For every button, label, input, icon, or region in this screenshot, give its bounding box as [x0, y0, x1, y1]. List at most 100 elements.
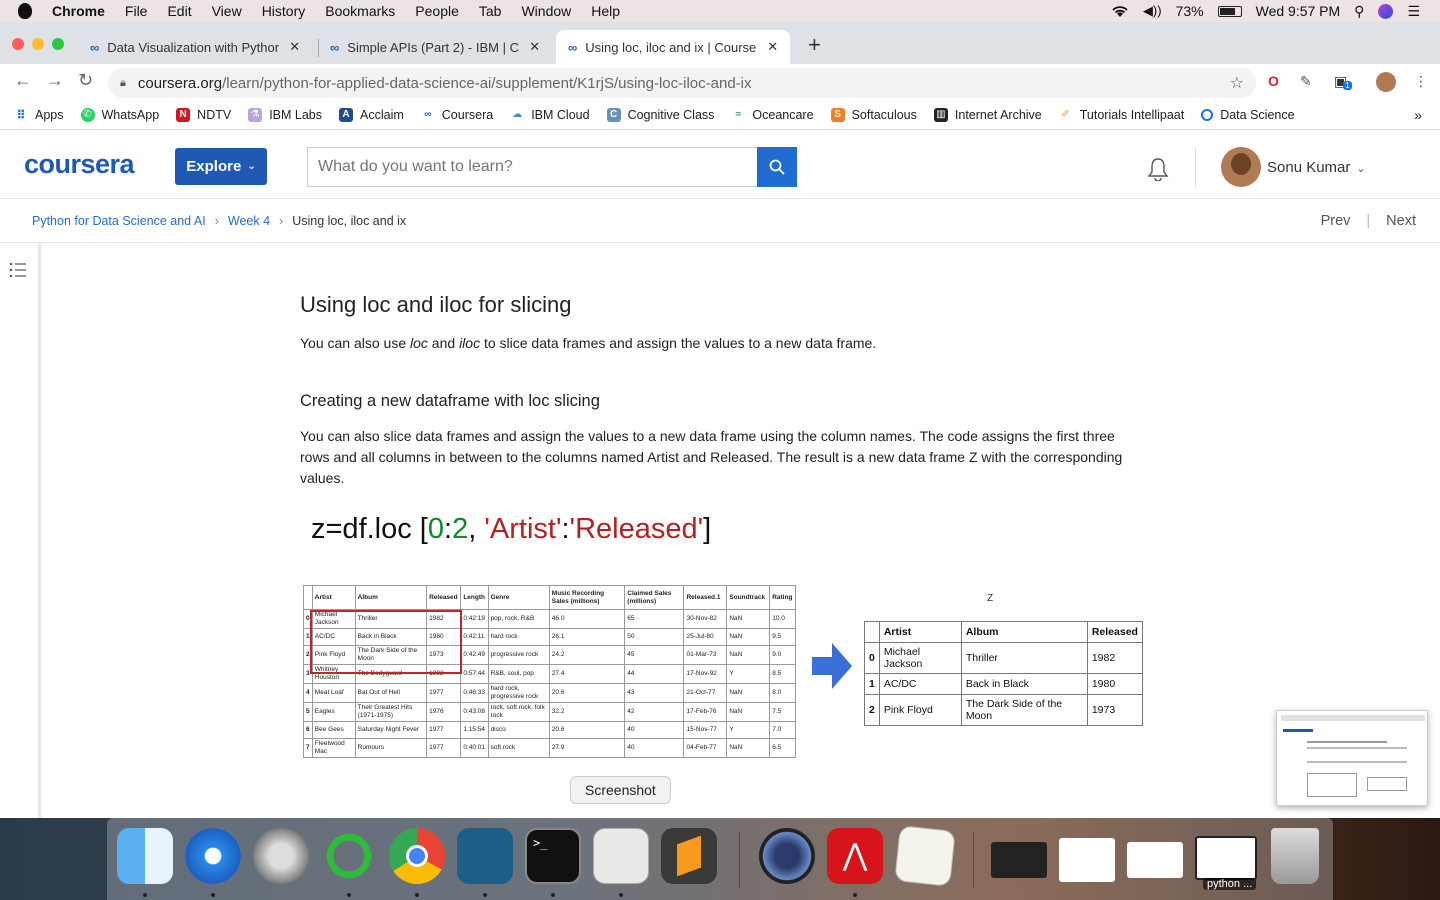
wifi-icon[interactable] — [1111, 5, 1129, 18]
bookmark-internet-archive[interactable]: ▥ Internet Archive — [933, 107, 1042, 122]
table-cell: Y — [726, 721, 771, 739]
screenshot-app-icon[interactable] — [593, 828, 649, 884]
menu-window[interactable]: Window — [521, 3, 571, 19]
tab-data-visualization[interactable]: ∞ Data Visualization with Python ✕ — [78, 30, 312, 64]
chrome-icon[interactable] — [389, 828, 445, 884]
menu-file[interactable]: File — [125, 3, 148, 19]
battery-icon[interactable] — [1217, 5, 1242, 17]
notification-center-icon[interactable]: ☰ — [1407, 3, 1420, 20]
bookmark-ibm-labs[interactable]: ⚗ IBM Labs — [248, 107, 322, 122]
activity-ring-app-icon[interactable] — [321, 828, 377, 884]
tab-using-loc-iloc[interactable]: ∞ Using loc, iloc and ix | Coursera ✕ — [556, 30, 791, 64]
thumbnail-table — [1307, 773, 1357, 797]
menu-help[interactable]: Help — [591, 3, 620, 19]
textedit-icon[interactable] — [894, 825, 956, 887]
menu-history[interactable]: History — [262, 3, 306, 19]
bookmark-coursera[interactable]: ∞ Coursera — [421, 108, 493, 122]
apple-icon[interactable] — [18, 3, 32, 19]
bookmark-ibm-cloud[interactable]: ☁ IBM Cloud — [510, 108, 589, 122]
table-cell: 20.6 — [548, 721, 626, 739]
close-tab-icon[interactable]: ✕ — [529, 39, 540, 55]
table-cell: 27.4 — [548, 664, 626, 684]
minimized-window-safari[interactable] — [1059, 838, 1115, 882]
quicktime-icon[interactable] — [759, 828, 815, 884]
prev-link[interactable]: Prev — [1321, 213, 1351, 229]
trash-icon[interactable] — [1271, 828, 1319, 884]
bookmark-star-icon[interactable]: ☆ — [1230, 73, 1244, 93]
bookmark-oceancare[interactable]: ≈ Oceancare — [731, 108, 814, 122]
bookmark-softaculous[interactable]: S Softaculous — [830, 107, 917, 122]
menu-bookmarks[interactable]: Bookmarks — [325, 3, 395, 19]
terminal-icon[interactable]: >_ — [525, 828, 581, 884]
cube-extension-icon[interactable]: ▣1 — [1334, 73, 1352, 90]
menu-tab[interactable]: Tab — [479, 3, 502, 19]
eyedropper-extension-icon[interactable]: ✎ — [1300, 73, 1312, 90]
user-avatar[interactable] — [1221, 147, 1261, 187]
menu-app-name[interactable]: Chrome — [52, 3, 105, 19]
siri-icon[interactable] — [1378, 3, 1394, 19]
spotlight-icon[interactable]: ⚲ — [1354, 3, 1364, 20]
lock-icon[interactable]: 🔒︎ — [120, 77, 126, 90]
breadcrumb-course-link[interactable]: Python for Data Science and AI — [32, 214, 206, 228]
table-cell: 21-Oct-77 — [683, 683, 728, 703]
bookmark-apps[interactable]: ⠿ Apps — [14, 108, 63, 122]
coursera-icon: ∞ — [424, 108, 432, 120]
close-tab-icon[interactable]: ✕ — [767, 39, 778, 55]
profile-avatar[interactable] — [1376, 72, 1396, 92]
bookmark-data-science[interactable]: Data Science — [1201, 108, 1295, 122]
reload-icon[interactable]: ↻ — [78, 70, 93, 91]
launchpad-icon[interactable] — [253, 828, 309, 884]
outline-list-icon[interactable] — [9, 262, 27, 278]
table-cell: 0:57:44 — [460, 664, 489, 684]
finder-icon[interactable] — [117, 828, 173, 884]
opera-extension-icon[interactable]: O — [1268, 73, 1279, 89]
close-window-button[interactable] — [12, 38, 24, 50]
bookmark-ndtv[interactable]: N NDTV — [176, 107, 231, 122]
table-cell: Bee Gees — [311, 721, 356, 739]
acrobat-reader-icon[interactable]: ⋀ — [827, 828, 883, 884]
mysql-workbench-icon[interactable] — [457, 828, 513, 884]
volume-icon[interactable]: ◀)) — [1143, 3, 1162, 19]
chrome-menu-icon[interactable]: ⋮ — [1414, 73, 1428, 90]
breadcrumb-week-link[interactable]: Week 4 — [228, 214, 270, 228]
search-input[interactable] — [307, 147, 757, 187]
screenshot-thumbnail[interactable] — [1276, 710, 1428, 806]
search-button[interactable] — [757, 147, 797, 187]
table-cell: Fleetwood Mac — [311, 738, 356, 758]
tab-simple-apis[interactable]: ∞ Simple APIs (Part 2) - IBM | Co ✕ — [318, 30, 552, 64]
window-controls — [12, 38, 64, 50]
next-link[interactable]: Next — [1386, 213, 1416, 229]
new-tab-icon[interactable]: + — [808, 32, 821, 58]
bookmark-whatsapp[interactable]: ✆ WhatsApp — [80, 107, 159, 122]
menu-people[interactable]: People — [415, 3, 459, 19]
notifications-bell-icon[interactable] — [1147, 157, 1169, 181]
close-tab-icon[interactable]: ✕ — [289, 39, 300, 55]
chevron-right-icon: › — [279, 213, 284, 228]
sublime-text-icon[interactable] — [661, 828, 717, 884]
menu-edit[interactable]: Edit — [167, 3, 191, 19]
user-menu[interactable]: Sonu Kumar ⌄ — [1267, 159, 1366, 176]
back-icon[interactable]: ← — [14, 70, 32, 91]
search-icon — [769, 159, 785, 175]
more-bookmarks-icon[interactable]: » — [1414, 107, 1422, 123]
menu-view[interactable]: View — [212, 3, 242, 19]
bookmark-cognitive-class[interactable]: C Cognitive Class — [606, 107, 714, 122]
address-bar[interactable]: 🔒︎ coursera.org/learn/python-for-applied… — [108, 68, 1256, 98]
safari-icon[interactable] — [185, 828, 241, 884]
table-cell: Eagles — [311, 702, 356, 722]
forward-icon[interactable]: → — [46, 70, 64, 91]
table-cell: R&B, soul, pop — [487, 664, 550, 684]
table-cell: 30-Nov-82 — [683, 609, 728, 629]
clock[interactable]: Wed 9:57 PM — [1256, 3, 1341, 19]
minimized-window-sublime[interactable] — [991, 842, 1047, 878]
running-indicator — [551, 893, 555, 897]
minimized-window-chart[interactable] — [1127, 842, 1183, 878]
table-cell: progressive rock — [487, 645, 550, 665]
minimized-window-python[interactable] — [1195, 836, 1257, 880]
minimize-window-button[interactable] — [32, 38, 44, 50]
bookmark-intellipaat[interactable]: ✐ Tutorials Intellipaat — [1059, 108, 1185, 122]
zoom-window-button[interactable] — [52, 38, 64, 50]
bookmark-acclaim[interactable]: A Acclaim — [339, 107, 404, 122]
explore-button[interactable]: Explore ⌄ — [175, 148, 267, 185]
coursera-logo[interactable]: coursera — [24, 149, 135, 180]
